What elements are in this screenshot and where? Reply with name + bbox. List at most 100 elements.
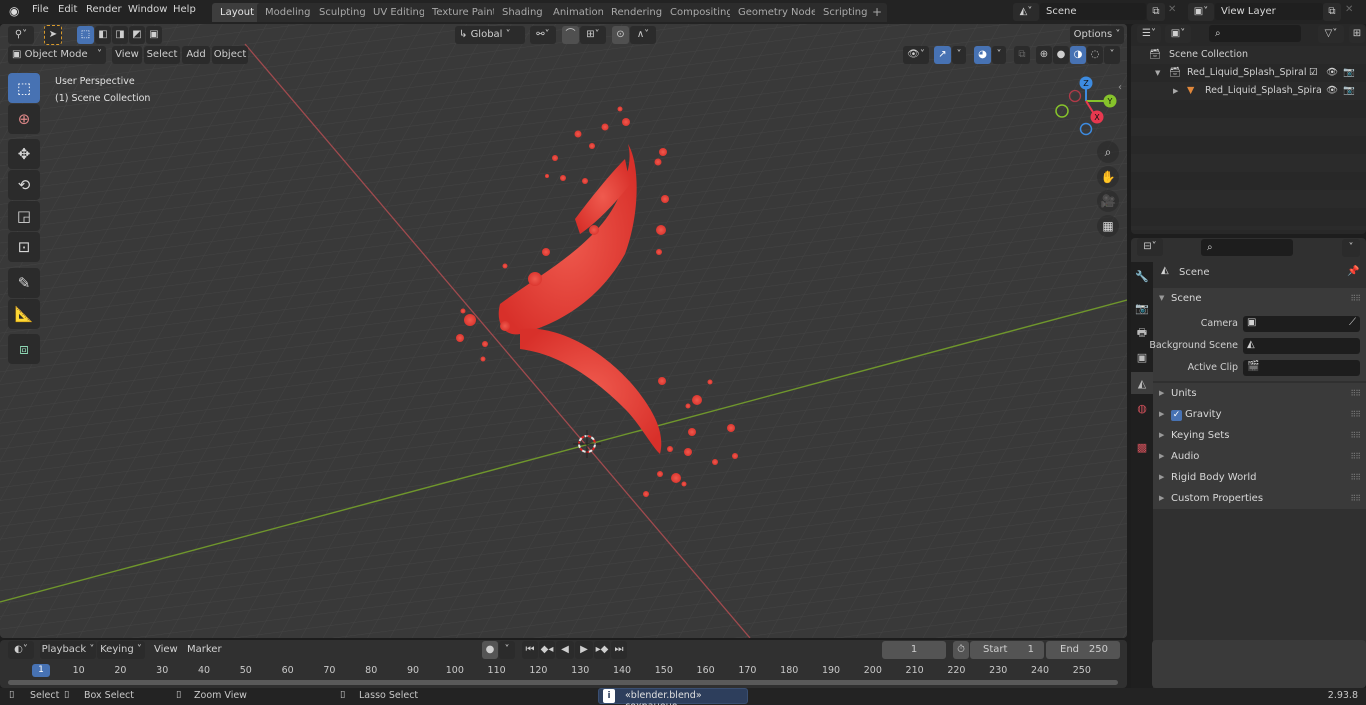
new-scene-icon[interactable]: ⧉ <box>1147 3 1165 21</box>
menu-edit[interactable]: Edit <box>58 4 77 15</box>
shading-dropdown[interactable]: ˅ <box>1104 46 1120 64</box>
properties-search-input[interactable]: ⌕ <box>1201 239 1293 256</box>
jump-to-start-button[interactable]: ⏮ <box>522 641 538 659</box>
visibility-eye-icon[interactable]: 👁 <box>1326 64 1338 82</box>
mode-invert-selection[interactable]: ◩ <box>129 26 145 44</box>
pin-icon[interactable]: 📌 <box>1347 266 1359 277</box>
outliner-display-mode[interactable]: ☰˅ <box>1137 25 1161 43</box>
panel-rigid-body-world[interactable]: ▶ Rigid Body World ⠿⠿ <box>1153 467 1366 488</box>
end-frame-field[interactable]: End 250 <box>1046 641 1120 659</box>
tab-render[interactable]: 📷 <box>1131 297 1153 319</box>
sidebar-toggle-icon[interactable]: ‹ <box>1118 82 1122 93</box>
drag-grip-icon[interactable]: ⠿⠿ <box>1350 488 1361 509</box>
outliner-row-scene-collection[interactable]: 🗃 Scene Collection <box>1131 46 1366 64</box>
tool-cursor[interactable]: ⊕ <box>8 104 40 134</box>
jump-to-end-button[interactable]: ⏭ <box>611 641 627 659</box>
tool-add-cube[interactable]: ⧈ <box>8 334 40 364</box>
menu-window[interactable]: Window <box>128 4 167 15</box>
view-layer-selector[interactable]: View Layer <box>1215 3 1323 20</box>
gizmo-toggle[interactable]: ↗ <box>934 46 951 64</box>
panel-units[interactable]: ▶ Units ⠿⠿ <box>1153 383 1366 404</box>
current-frame-field[interactable]: 1 <box>882 641 946 659</box>
pan-view-button[interactable]: ✋ <box>1097 166 1119 188</box>
add-workspace-button[interactable]: + <box>867 3 888 22</box>
tab-texture[interactable]: ▩ <box>1131 436 1153 458</box>
auto-keying-dropdown[interactable]: ˅ <box>499 641 515 659</box>
pivot-point-dropdown[interactable]: ⚯˅ <box>530 26 556 44</box>
properties-options-dropdown[interactable]: ˅ <box>1342 239 1360 257</box>
visibility-eye-icon[interactable]: 👁 <box>1326 82 1338 100</box>
active-tool-indicator[interactable]: ➤ <box>44 25 62 45</box>
drag-grip-icon[interactable]: ⠿⠿ <box>1350 288 1361 309</box>
options-dropdown[interactable]: Options ˅ <box>1070 26 1124 44</box>
tab-modeling[interactable]: Modeling <box>257 3 319 22</box>
mode-subtract-selection[interactable]: ◨ <box>112 26 128 44</box>
menu-object[interactable]: Object <box>212 46 248 64</box>
tab-world[interactable]: ◍ <box>1131 397 1153 419</box>
background-scene-field[interactable]: ◭ <box>1243 338 1360 354</box>
render-camera-icon[interactable]: 📷 <box>1343 82 1355 100</box>
tool-move[interactable]: ✥ <box>8 139 40 169</box>
panel-custom-properties[interactable]: ▶ Custom Properties ⠿⠿ <box>1153 488 1366 509</box>
new-view-layer-icon[interactable]: ⧉ <box>1323 3 1341 21</box>
overlay-dropdown[interactable]: ˅ <box>992 46 1006 64</box>
snap-target-dropdown[interactable]: ⊞˅ <box>580 26 606 44</box>
status-message[interactable]: i «blender.blend» сохранено <box>598 688 748 705</box>
ortho-toggle-button[interactable]: ▦ <box>1097 215 1119 237</box>
tab-shading[interactable]: Shading <box>494 3 551 22</box>
menu-keying[interactable]: Keying ˅ <box>97 641 145 659</box>
drag-grip-icon[interactable]: ⠿⠿ <box>1350 425 1361 446</box>
tab-animation[interactable]: Animation <box>545 3 612 22</box>
panel-scene-header[interactable]: ▼ Scene ⠿⠿ <box>1153 288 1366 309</box>
snap-toggle[interactable]: ⌒ <box>562 26 579 44</box>
menu-help[interactable]: Help <box>173 4 196 15</box>
menu-add[interactable]: Add <box>182 46 210 64</box>
scene-selector[interactable]: Scene <box>1040 3 1146 20</box>
blender-logo-icon[interactable]: ◉ <box>9 4 19 18</box>
proportional-falloff-dropdown[interactable]: ∧˅ <box>630 26 656 44</box>
timeline-scrollbar[interactable] <box>8 680 1118 685</box>
outliner-filter-view-layer[interactable]: ▣˅ <box>1165 25 1191 43</box>
expand-arrow-icon[interactable]: ▼ <box>1155 64 1160 82</box>
camera-view-button[interactable]: 🎥 <box>1097 190 1119 212</box>
mode-extend-selection[interactable]: ◧ <box>95 26 111 44</box>
mode-intersect-selection[interactable]: ▣ <box>146 26 162 44</box>
eyedropper-icon[interactable]: ⟋ <box>1349 317 1356 328</box>
menu-view[interactable]: View <box>112 46 142 64</box>
delete-scene-icon[interactable]: ✕ <box>1168 4 1176 15</box>
drag-grip-icon[interactable]: ⠿⠿ <box>1350 467 1361 488</box>
tab-texture-paint[interactable]: Texture Paint <box>424 3 505 22</box>
visibility-dropdown[interactable]: 👁˅ <box>903 46 929 64</box>
active-clip-field[interactable]: 🎬 <box>1243 360 1360 376</box>
view-layer-type-dropdown[interactable]: ▣˅ <box>1188 3 1214 21</box>
delete-view-layer-icon[interactable]: ✕ <box>1345 4 1353 15</box>
outliner-filter-dropdown[interactable]: ▽˅ <box>1318 25 1344 43</box>
shading-wireframe[interactable]: ⊕ <box>1036 46 1052 64</box>
shading-solid[interactable]: ● <box>1053 46 1069 64</box>
jump-to-prev-keyframe-button[interactable]: ◆◂ <box>539 641 555 659</box>
render-camera-icon[interactable]: 📷 <box>1343 64 1355 82</box>
panel-keying-sets[interactable]: ▶ Keying Sets ⠿⠿ <box>1153 425 1366 446</box>
gravity-checkbox[interactable]: ✓ <box>1171 410 1182 421</box>
drag-grip-icon[interactable]: ⠿⠿ <box>1350 446 1361 467</box>
play-button[interactable]: ▶ <box>575 641 593 659</box>
timeline-editor-type[interactable]: ◐˅ <box>8 641 34 659</box>
object-mode-dropdown[interactable]: ▣ Object Mode ˅ <box>8 46 106 64</box>
outliner-row-collection[interactable]: ▼ 🗃 Red_Liquid_Splash_Spiral ☑ 👁 📷 <box>1131 64 1366 82</box>
panel-gravity[interactable]: ▶ ✓ Gravity ⠿⠿ <box>1153 404 1366 425</box>
overlay-toggle[interactable]: ◕ <box>974 46 991 64</box>
shading-rendered[interactable]: ◌ <box>1087 46 1103 64</box>
scene-type-dropdown[interactable]: ◭˅ <box>1013 3 1039 21</box>
tab-uv-editing[interactable]: UV Editing <box>365 3 434 22</box>
transform-orientation-dropdown[interactable]: ↳ Global ˅ <box>455 26 525 44</box>
properties-editor-type[interactable]: ⊟˅ <box>1137 238 1163 256</box>
tab-scene[interactable]: ◭ <box>1131 372 1153 394</box>
menu-marker[interactable]: Marker <box>187 644 222 655</box>
shading-material-preview[interactable]: ◑ <box>1070 46 1086 64</box>
play-reverse-button[interactable]: ◀ <box>556 641 574 659</box>
tab-compositing[interactable]: Compositing <box>662 3 741 22</box>
current-frame-indicator[interactable]: 1 <box>32 664 50 677</box>
tool-scale[interactable]: ◲ <box>8 201 40 231</box>
tool-annotate[interactable]: ✎ <box>8 268 40 298</box>
tool-select-box[interactable]: ⬚ <box>8 73 40 103</box>
